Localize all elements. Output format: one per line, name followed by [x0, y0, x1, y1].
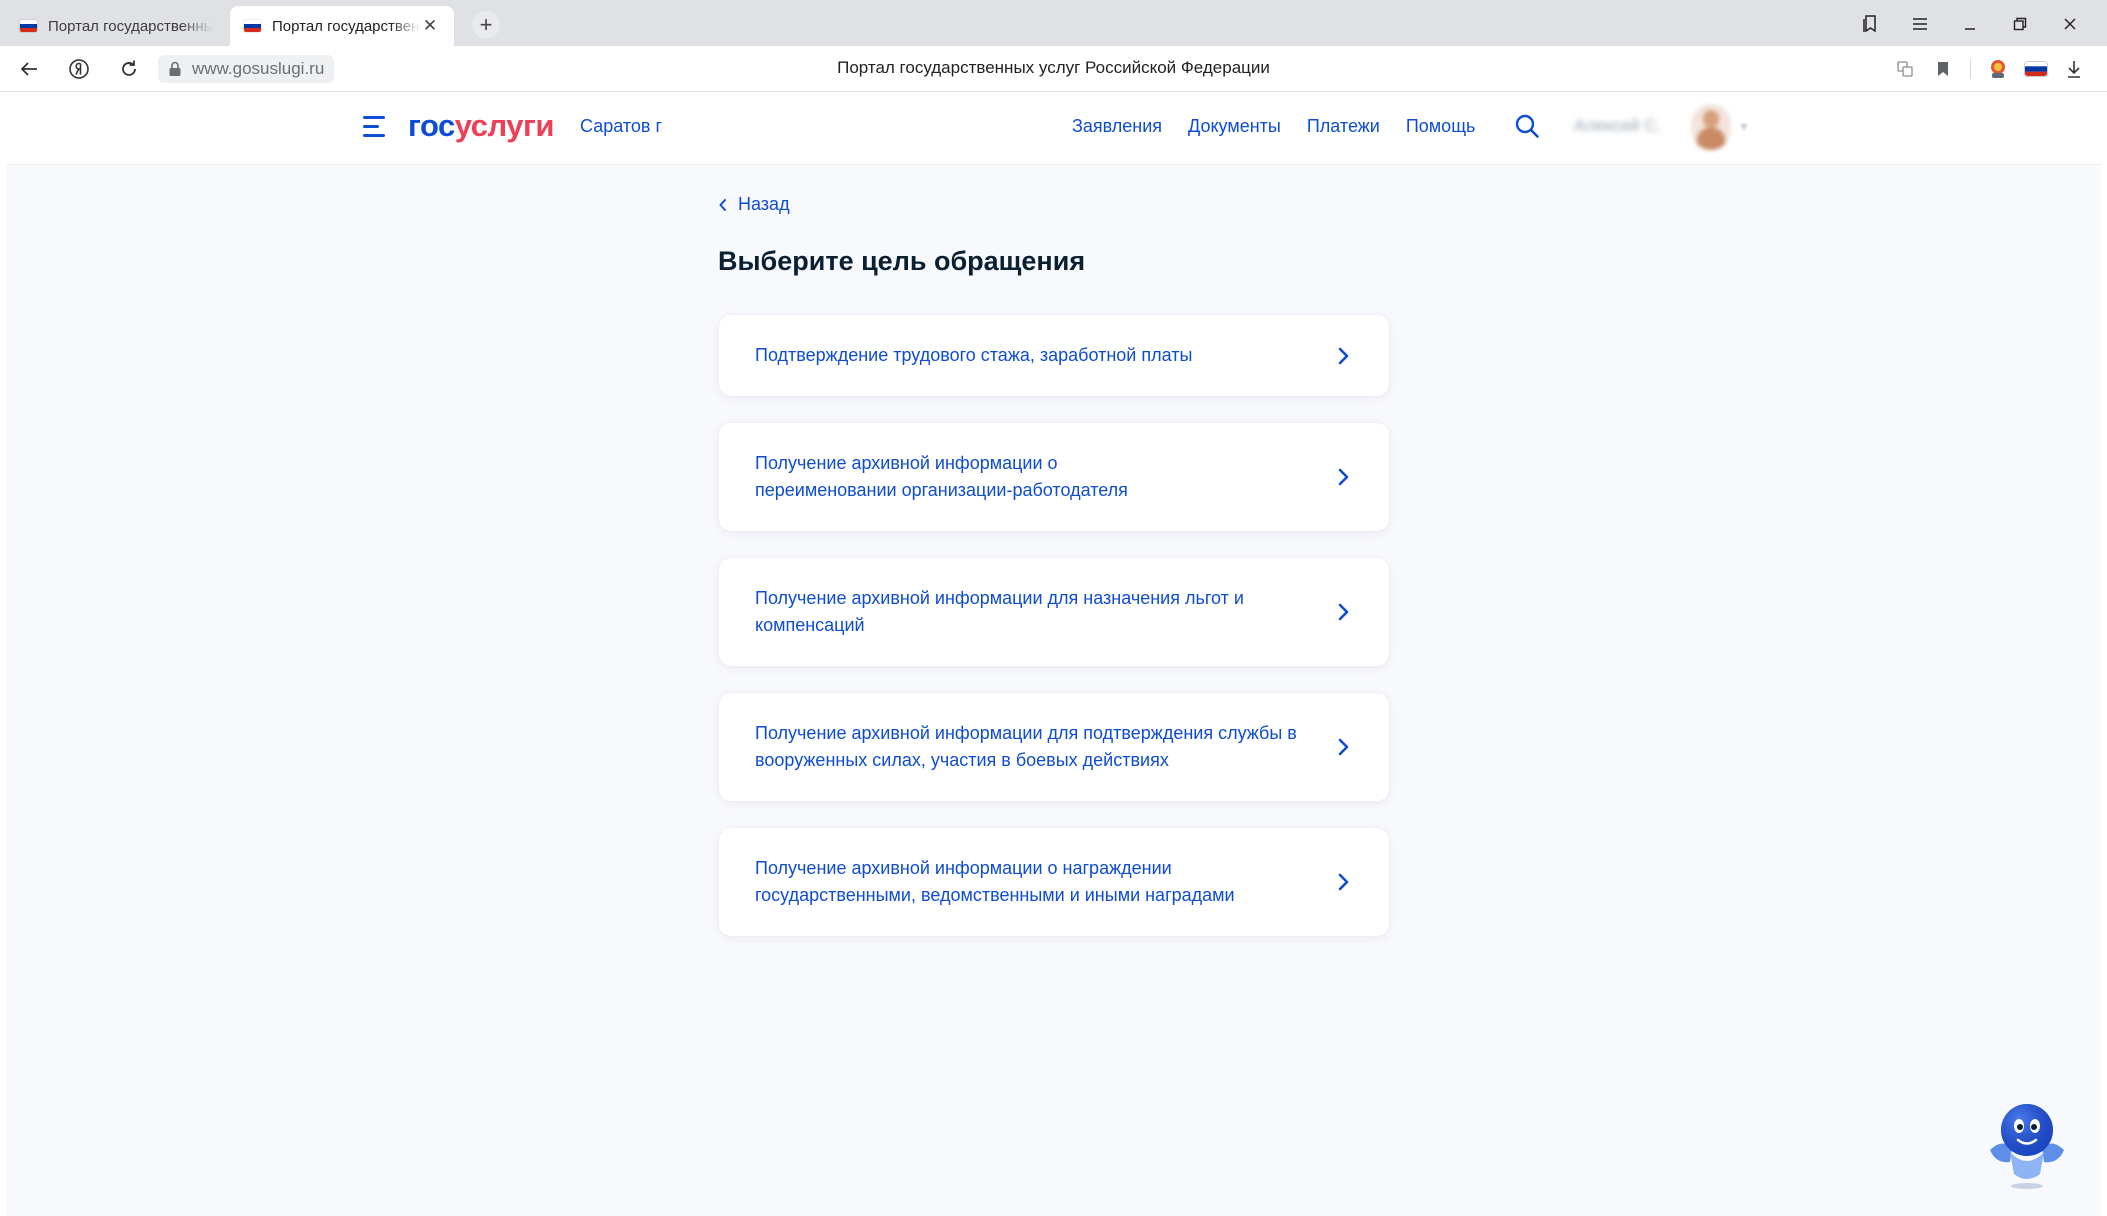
- bookmark-icon[interactable]: [1924, 54, 1962, 84]
- nav-applications[interactable]: Заявления: [1072, 116, 1162, 137]
- close-tab-icon[interactable]: ✕: [420, 16, 440, 36]
- back-arrow-icon[interactable]: [14, 54, 44, 84]
- close-window-icon[interactable]: [2045, 8, 2095, 40]
- reload-icon[interactable]: [114, 54, 144, 84]
- goal-label: Получение архивной информации для подтве…: [755, 723, 1297, 770]
- url-text: www.gosuslugi.ru: [192, 59, 325, 78]
- goal-label: Получение архивной информации о награжде…: [755, 858, 1235, 905]
- browser-tab-bar: Портал государственных услуг Российской …: [0, 0, 2107, 46]
- user-name[interactable]: Алексей С.: [1574, 116, 1666, 138]
- page-title: Выберите цель обращения: [718, 246, 1086, 276]
- minimize-icon[interactable]: [1945, 8, 1995, 40]
- russia-flag-icon: [244, 20, 261, 32]
- toolbar-divider: [1970, 59, 1971, 79]
- extension-icon[interactable]: [1979, 54, 2017, 84]
- restore-icon[interactable]: [1995, 8, 2045, 40]
- site-header: госуслуги Саратов г Заявления Документы …: [6, 92, 2101, 165]
- address-bar-actions: [1886, 54, 2093, 84]
- chevron-right-icon: [1338, 738, 1349, 756]
- main-content: Назад Выберите цель обращения Подтвержде…: [6, 166, 2101, 1216]
- browser-address-bar: www.gosuslugi.ru Портал государственных …: [0, 46, 2107, 92]
- url-field[interactable]: www.gosuslugi.ru: [158, 55, 335, 83]
- translate-icon[interactable]: [1886, 54, 1924, 84]
- yandex-icon[interactable]: [64, 54, 94, 84]
- goal-card-military-service[interactable]: Получение архивной информации для подтве…: [719, 693, 1389, 801]
- goal-label: Подтверждение трудового стажа, заработно…: [755, 345, 1193, 365]
- browser-tab-1[interactable]: Портал государственных услуг Российской …: [6, 6, 228, 46]
- download-icon[interactable]: [2055, 54, 2093, 84]
- region-selector[interactable]: Саратов г: [580, 116, 662, 137]
- new-tab-button[interactable]: +: [472, 11, 500, 39]
- hamburger-icon[interactable]: [363, 116, 389, 138]
- nav-help[interactable]: Помощь: [1406, 116, 1476, 137]
- main-nav: Заявления Документы Платежи Помощь: [1072, 116, 1475, 137]
- logo-part-gos: гос: [408, 108, 455, 143]
- russia-flag-icon[interactable]: [2017, 54, 2055, 84]
- chevron-right-icon: [1338, 873, 1349, 891]
- browser-tab-2[interactable]: Портал государственных услуг Российской …: [230, 6, 454, 46]
- lock-icon: [169, 61, 181, 76]
- nav-payments[interactable]: Платежи: [1307, 116, 1380, 137]
- goal-card-awards[interactable]: Получение архивной информации о награжде…: [719, 828, 1389, 936]
- collections-icon[interactable]: [1845, 8, 1895, 40]
- back-link[interactable]: Назад: [718, 194, 790, 215]
- chevron-down-icon[interactable]: ▼: [1738, 120, 1750, 134]
- goal-card-employer-renaming[interactable]: Получение архивной информации о переимен…: [719, 423, 1389, 531]
- goal-card-benefits[interactable]: Получение архивной информации для назнач…: [719, 558, 1389, 666]
- chevron-left-icon: [719, 198, 726, 211]
- menu-icon[interactable]: [1895, 8, 1945, 40]
- goal-list: Подтверждение трудового стажа, заработно…: [719, 315, 1389, 963]
- nav-documents[interactable]: Документы: [1188, 116, 1281, 137]
- chevron-right-icon: [1338, 347, 1349, 364]
- logo-part-uslugi: услуги: [454, 108, 555, 143]
- goal-card-work-experience[interactable]: Подтверждение трудового стажа, заработно…: [719, 315, 1389, 396]
- back-label: Назад: [738, 194, 790, 214]
- search-icon[interactable]: [1514, 113, 1540, 139]
- goal-label: Получение архивной информации для назнач…: [755, 588, 1244, 635]
- chevron-right-icon: [1338, 603, 1349, 621]
- chevron-right-icon: [1338, 468, 1349, 486]
- window-controls: [1845, 8, 2095, 40]
- avatar[interactable]: [1691, 104, 1731, 150]
- goal-label: Получение архивной информации о переимен…: [755, 453, 1128, 500]
- russia-flag-icon: [20, 20, 37, 32]
- robot-assistant-icon[interactable]: [1982, 1100, 2072, 1192]
- tab-title: Портал государственных услуг Российской …: [48, 17, 214, 35]
- gosuslugi-logo[interactable]: госуслуги: [408, 108, 554, 144]
- tab-title: Портал государственных услуг Российской …: [272, 17, 420, 35]
